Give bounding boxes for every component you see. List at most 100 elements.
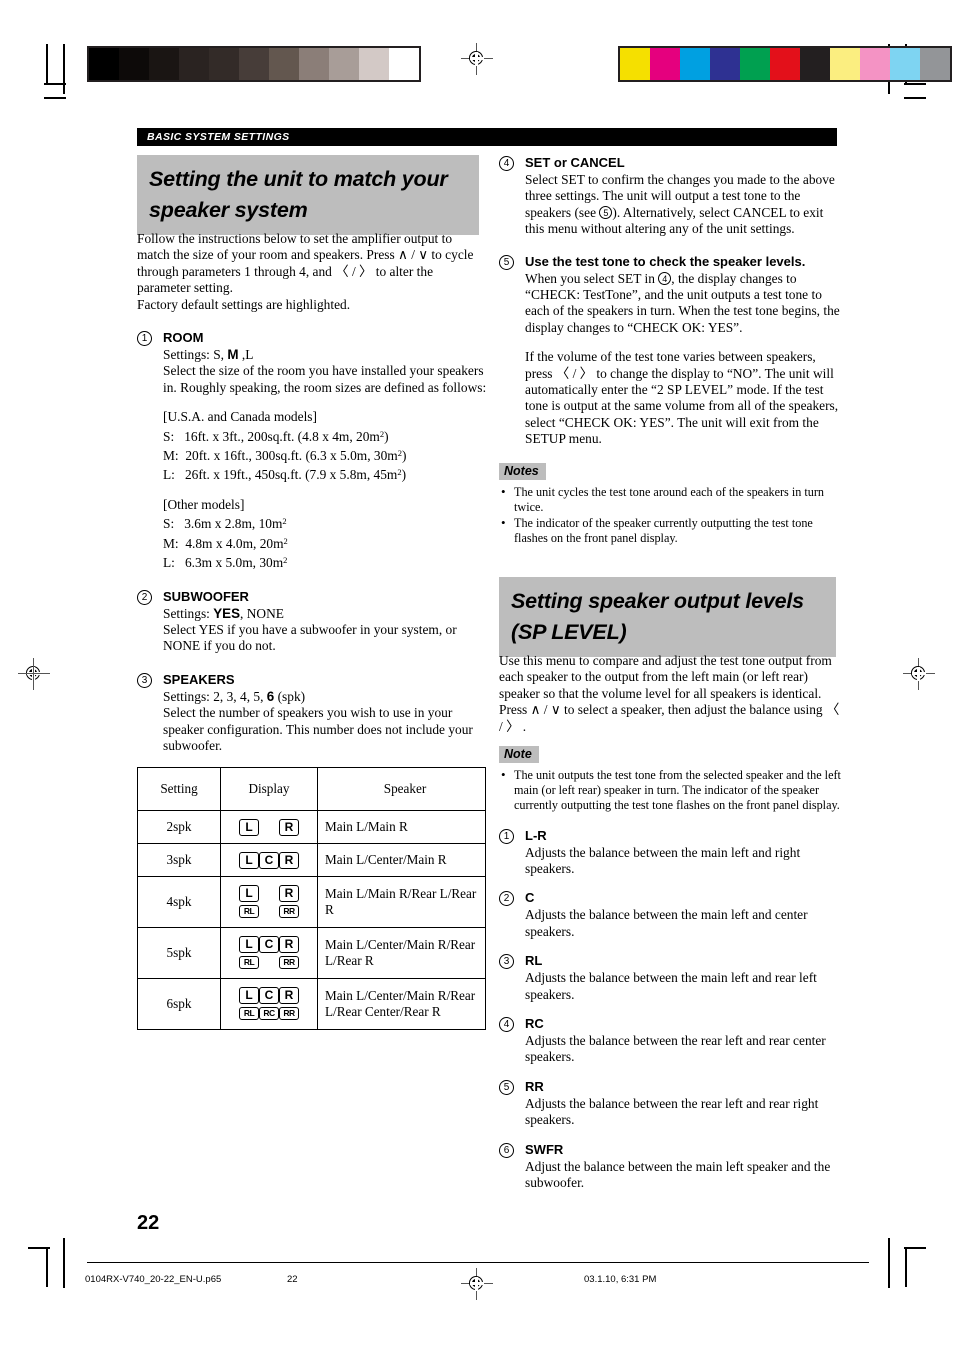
table-row: 3spk L C R Main L/Center/Main R	[137, 843, 486, 877]
list-item-l-r: 1 L-R Adjusts the balance between the main…	[499, 828, 844, 878]
room-block1-line-s: S: 16ft. x 3ft., 200sq.ft. (4.8 x 4m, 20…	[163, 428, 389, 444]
cell-speaker: Main L/Main R/Rear L/Rear R	[317, 876, 486, 928]
speaker-indicator-rr-icon: RR	[279, 955, 299, 969]
circled-number-6: 6	[499, 1142, 514, 1158]
note-text: The unit outputs the test tone from the …	[514, 768, 841, 813]
speaker-indicator-row: LXR	[221, 818, 317, 836]
room-block2-line-m: M: 4.8m x 4.0m, 20m2	[163, 535, 288, 551]
intro-paragraph-2: Factory default settings are highlighted…	[137, 296, 351, 312]
circled-number-1: 1	[137, 331, 152, 347]
note-block: Note • The unit outputs the test tone fr…	[499, 746, 844, 814]
heading-right-line2: (SP LEVEL)	[511, 620, 627, 644]
settings-label: Settings:	[163, 605, 214, 621]
heading-setting-unit-speaker-system: Setting the unit to match your speaker s…	[137, 155, 479, 235]
grayscale-calibration-wedge	[87, 46, 421, 82]
list-item-c: 2 C Adjusts the balance between the main l…	[499, 890, 844, 940]
cell-setting: 3spk	[137, 843, 221, 877]
note-list: • The unit outputs the test tone from th…	[499, 767, 844, 814]
gray-patch	[149, 48, 179, 80]
circled-number-5: 5	[499, 1079, 514, 1095]
note-item: • The indicator of the speaker currently…	[499, 515, 844, 546]
notes-tag: Notes	[499, 462, 546, 480]
footer-page: 22	[287, 1274, 298, 1285]
speaker-indicator-c-icon: C	[259, 851, 279, 869]
column-header-setting: Setting	[137, 767, 221, 811]
cell-speaker: Main L/Center/Main R/Rear L/Rear Center/…	[317, 978, 486, 1030]
room-block1-line-m: M: 20ft. x 16ft., 300sq.ft. (6.3 x 5.0m,…	[163, 448, 407, 464]
item-body-use-test-tone: When you select SET in 4, the display ch…	[525, 271, 844, 337]
color-patch	[890, 48, 920, 80]
heading-left-line2: speaker system	[149, 198, 308, 222]
gray-patch	[359, 48, 389, 80]
color-calibration-bar	[618, 46, 952, 82]
heading-right-line1: Setting speaker output levels	[511, 589, 804, 613]
note-text: The indicator of the speaker currently o…	[514, 516, 813, 546]
item-body-subwoofer: Select YES if you have a subwoofer in yo…	[163, 621, 457, 654]
intro-paragraph-1: Follow the instructions below to set the…	[137, 231, 474, 296]
footer-rule	[87, 1262, 869, 1263]
circled-number-2: 2	[499, 891, 514, 907]
room-block1-line-l: L: 26ft. x 19ft., 450sq.ft. (7.9 x 5.8m,…	[163, 467, 407, 483]
circled-ref-4: 4	[658, 271, 672, 285]
circled-number-3: 3	[499, 954, 514, 970]
item-body-speakers: Select the number of speakers you wish t…	[163, 705, 473, 753]
item-settings-subwoofer: Settings: YES, NONE	[163, 606, 487, 622]
circled-ref-5: 5	[599, 205, 613, 219]
speaker-configuration-table: Setting Display Speaker 2spkLXRMain L/Ma…	[137, 767, 486, 1030]
speaker-indicator-l-icon: L	[239, 851, 259, 869]
bullet-icon: •	[501, 767, 506, 783]
item-title-subwoofer: SUBWOOFER	[163, 588, 249, 604]
cell-display: L C R RL RC RR	[220, 978, 318, 1030]
note-tag: Note	[499, 746, 539, 764]
speaker-indicator-rl-icon: RL	[239, 1006, 259, 1020]
speaker-indicator-row: LCR	[221, 851, 317, 869]
registration-mark-right	[903, 658, 935, 690]
room-sizes-other-models: [Other models] S: 3.6m x 2.8m, 10m2 M: 4…	[163, 497, 487, 572]
list-item-rl: 3 RL Adjusts the balance between the main …	[499, 953, 844, 1003]
item-settings-speakers: Settings: 2, 3, 4, 5, 6 (spk)	[163, 689, 487, 705]
table-row: 2spkLXRMain L/Main R	[137, 810, 486, 844]
footer-timestamp: 03.1.10, 6:31 PM	[584, 1274, 657, 1285]
speaker-indicator-rl-icon: RL	[239, 955, 259, 969]
note-item: • The unit cycles the test tone around e…	[499, 483, 844, 515]
speaker-indicator-l-icon: L	[239, 884, 259, 902]
settings-label: Settings: S,	[163, 347, 228, 363]
speaker-indicator-row: LCR	[221, 986, 317, 1004]
column-header-display: Display	[220, 767, 318, 811]
bullet-icon: •	[501, 515, 506, 531]
speaker-indicator-r-icon: R	[279, 818, 299, 836]
color-patch	[920, 48, 950, 80]
speaker-indicator-row: RLXRR	[221, 953, 317, 971]
right-column: 4 SET or CANCEL Select SET to confirm th…	[499, 155, 844, 547]
note-item: • The unit outputs the test tone from th…	[499, 767, 844, 814]
heading-left-line1: Setting the unit to match your	[149, 167, 448, 191]
list-item-set-or-cancel: 4 SET or CANCEL Select SET to confirm th…	[499, 155, 844, 238]
cell-speaker: Main L/Center/Main R	[317, 843, 486, 877]
gray-patch	[119, 48, 149, 80]
speaker-indicator-row: LCR	[221, 935, 317, 953]
settings-default-value: M	[227, 347, 239, 363]
cell-display: LCRRLXRR	[220, 927, 318, 979]
item-body: Adjusts the balance between the rear lef…	[525, 1033, 826, 1065]
list-item-swfr: 6 SWFR Adjust the balance between the main…	[499, 1142, 844, 1192]
left-column: Follow the instructions below to set the…	[137, 231, 487, 754]
circled-number-1: 1	[499, 828, 514, 844]
speaker-indicator-l-icon: L	[239, 935, 259, 953]
speaker-indicator-l-icon: L	[239, 818, 259, 836]
item-body: Adjust the balance between the main left…	[525, 1158, 831, 1191]
table-row: 6spk L C R RL RC RR Main L/Center/Main R/Rear L…	[137, 978, 486, 1030]
gray-patch	[389, 48, 419, 80]
item-body: Adjusts the balance between the main lef…	[525, 907, 808, 939]
item-body: Adjusts the balance between the main lef…	[525, 970, 817, 1002]
gray-patch	[269, 48, 299, 80]
item-title-room: ROOM	[163, 330, 204, 346]
running-head-section-tag: BASIC SYSTEM SETTINGS	[137, 128, 837, 146]
speaker-indicator-l-icon: L	[239, 986, 259, 1004]
cell-setting: 5spk	[137, 927, 221, 979]
notes-list: • The unit cycles the test tone around e…	[499, 483, 844, 547]
cell-setting: 4spk	[137, 876, 221, 928]
speaker-indicator-r-icon: R	[279, 884, 299, 902]
bullet-icon: •	[501, 483, 506, 499]
item-title: L-R	[525, 827, 547, 843]
speaker-indicator-row: RL RC RR	[221, 1004, 317, 1022]
